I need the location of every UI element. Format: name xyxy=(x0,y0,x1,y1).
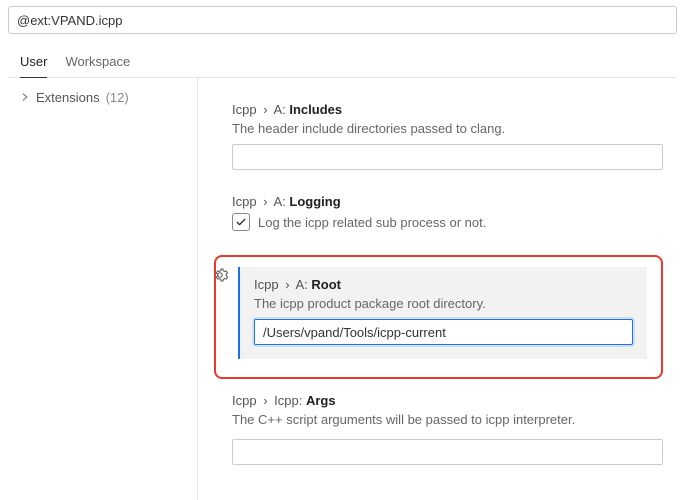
settings-scope-tabs: User Workspace xyxy=(8,48,677,78)
setting-title: Icpp › A: Logging xyxy=(232,194,663,209)
setting-icpp-icpp-args: Icpp › Icpp: Args The C++ script argumen… xyxy=(232,393,663,465)
sidebar-item-extensions[interactable]: Extensions (12) xyxy=(20,88,189,107)
args-input[interactable] xyxy=(232,439,663,465)
setting-icpp-a-includes: Icpp › A: Includes The header include di… xyxy=(232,102,663,170)
tab-workspace[interactable]: Workspace xyxy=(65,48,130,77)
setting-icpp-a-root: Icpp › A: Root The icpp product package … xyxy=(238,267,647,359)
settings-search-input[interactable]: @ext:VPAND.icpp xyxy=(8,6,677,34)
setting-description: The header include directories passed to… xyxy=(232,121,663,136)
settings-content: Icpp › A: Includes The header include di… xyxy=(198,78,677,500)
setting-description: The C++ script arguments will be passed … xyxy=(232,412,663,427)
setting-title: Icpp › A: Includes xyxy=(232,102,663,117)
setting-description: The icpp product package root directory. xyxy=(254,296,633,311)
includes-input[interactable] xyxy=(232,144,663,170)
tab-workspace-label: Workspace xyxy=(65,54,130,69)
search-text: @ext:VPAND.icpp xyxy=(17,13,122,28)
logging-checkbox[interactable] xyxy=(232,213,250,231)
settings-sidebar: Extensions (12) xyxy=(8,78,198,500)
setting-icpp-a-logging: Icpp › A: Logging Log the icpp related s… xyxy=(232,194,663,231)
setting-icpp-a-root-highlight: Icpp › A: Root The icpp product package … xyxy=(214,255,663,379)
gear-icon[interactable] xyxy=(212,267,228,283)
sidebar-item-count: (12) xyxy=(106,90,129,105)
sidebar-item-label: Extensions xyxy=(36,90,100,105)
tab-user[interactable]: User xyxy=(20,48,47,77)
setting-description: Log the icpp related sub process or not. xyxy=(258,215,486,230)
tab-user-label: User xyxy=(20,54,47,69)
root-input[interactable] xyxy=(254,319,633,345)
setting-title: Icpp › Icpp: Args xyxy=(232,393,663,408)
chevron-right-icon xyxy=(20,91,30,105)
setting-title: Icpp › A: Root xyxy=(254,277,633,292)
